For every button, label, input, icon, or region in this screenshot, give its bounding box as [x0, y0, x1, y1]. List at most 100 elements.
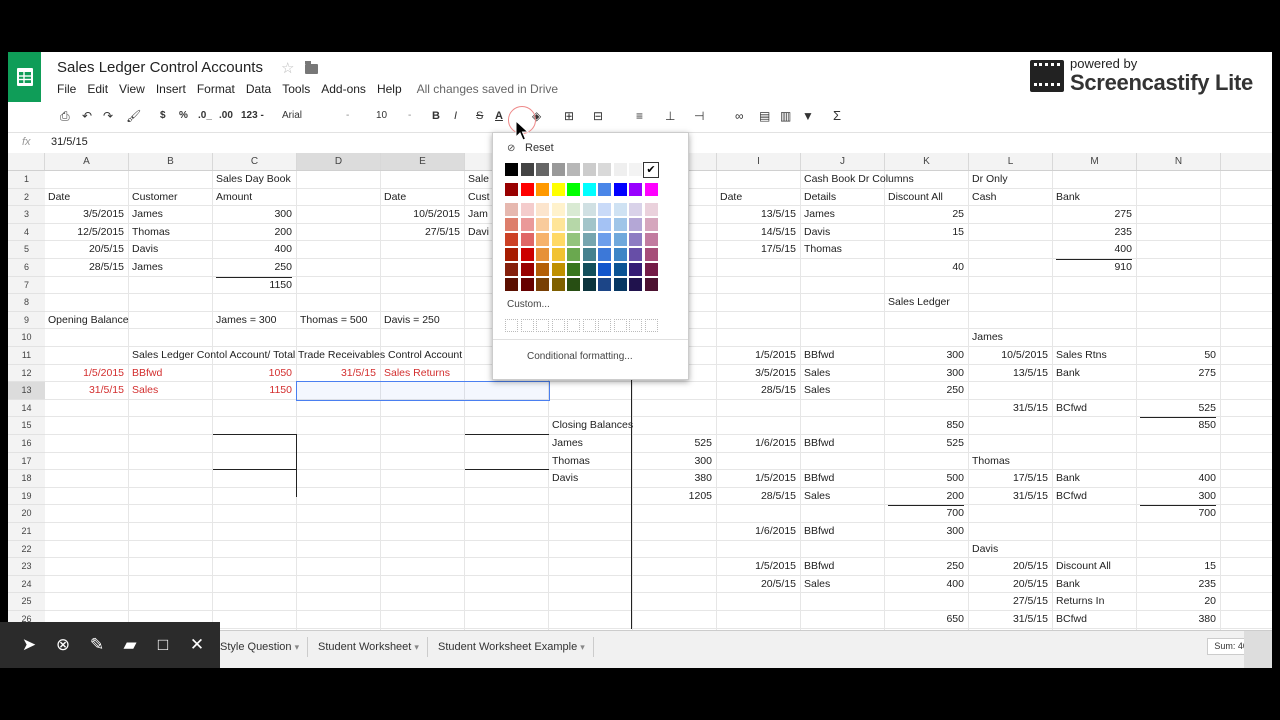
column-header-n[interactable]: N: [1137, 153, 1221, 170]
color-swatch[interactable]: [520, 218, 534, 231]
custom-color-slot[interactable]: [567, 319, 580, 332]
cell-j18[interactable]: BBfwd: [804, 470, 880, 488]
column-header-i[interactable]: I: [717, 153, 801, 170]
row-header-23[interactable]: 23: [8, 558, 45, 576]
row-header-21[interactable]: 21: [8, 523, 45, 541]
cell-g18[interactable]: Davis: [552, 470, 628, 488]
print-icon[interactable]: ⎙: [60, 109, 70, 123]
color-swatch[interactable]: [567, 248, 580, 261]
custom-color-slot[interactable]: [613, 319, 627, 332]
cell-m14[interactable]: BCfwd: [1056, 400, 1132, 418]
cell-g17[interactable]: Thomas: [552, 453, 628, 471]
cell-c3[interactable]: 300: [216, 206, 292, 224]
cell-i13[interactable]: 28/5/15: [720, 382, 796, 400]
filter-icon[interactable]: ▼: [802, 109, 814, 123]
column-header-m[interactable]: M: [1053, 153, 1137, 170]
menu-insert[interactable]: Insert: [156, 82, 186, 96]
row-header-8[interactable]: 8: [8, 294, 45, 312]
cell-j4[interactable]: Davis: [804, 224, 880, 242]
row-header-2[interactable]: 2: [8, 188, 45, 207]
cell-j16[interactable]: BBfwd: [804, 435, 880, 453]
custom-color-slot[interactable]: [536, 319, 549, 332]
color-swatch[interactable]: [613, 183, 627, 196]
row-header-9[interactable]: 9: [8, 311, 45, 330]
cell-j19[interactable]: Sales: [804, 488, 880, 506]
cell-n12[interactable]: 275: [1140, 365, 1216, 383]
cell-n11[interactable]: 50: [1140, 347, 1216, 365]
cell-k23[interactable]: 250: [888, 558, 964, 576]
cell-i2[interactable]: Date: [720, 189, 796, 207]
color-swatch[interactable]: [598, 183, 611, 196]
decrease-decimal-button[interactable]: .0_: [198, 109, 212, 123]
menu-tools[interactable]: Tools: [282, 82, 310, 96]
cell-n18[interactable]: 400: [1140, 470, 1216, 488]
color-swatch[interactable]: [520, 183, 534, 196]
column-header-j[interactable]: J: [801, 153, 885, 170]
color-swatch[interactable]: [567, 163, 580, 176]
column-header-e[interactable]: E: [381, 153, 465, 170]
cell-i24[interactable]: 20/5/15: [720, 576, 796, 594]
cell-c9[interactable]: James = 300: [216, 312, 292, 330]
row-header-18[interactable]: 18: [8, 470, 45, 488]
cell-b5[interactable]: Davis: [132, 241, 208, 259]
cell-n24[interactable]: 235: [1140, 576, 1216, 594]
cell-b3[interactable]: James: [132, 206, 208, 224]
spotlight-tool-icon[interactable]: ⊗: [52, 634, 74, 656]
custom-color-slot[interactable]: [520, 319, 534, 332]
cell-k12[interactable]: 300: [888, 365, 964, 383]
cell-a5[interactable]: 20/5/15: [48, 241, 124, 259]
color-swatch[interactable]: [551, 233, 565, 246]
cell-n20[interactable]: 700: [1140, 505, 1216, 523]
cell-b6[interactable]: James: [132, 259, 208, 277]
column-header-b[interactable]: B: [129, 153, 213, 170]
color-swatch[interactable]: [551, 203, 565, 216]
column-header-c[interactable]: C: [213, 153, 297, 170]
cell-a12[interactable]: 1/5/2015: [48, 365, 124, 383]
cell-k3[interactable]: 25: [888, 206, 964, 224]
cell-g16[interactable]: James: [552, 435, 628, 453]
cell-a3[interactable]: 3/5/2015: [48, 206, 124, 224]
custom-color-slot[interactable]: [644, 319, 658, 332]
cell-l10[interactable]: James: [972, 329, 1048, 347]
color-swatch[interactable]: [629, 248, 642, 261]
cell-m18[interactable]: Bank: [1056, 470, 1132, 488]
color-swatch[interactable]: [551, 248, 565, 261]
cell-l2[interactable]: Cash: [972, 189, 1048, 207]
row-header-11[interactable]: 11: [8, 347, 45, 365]
cell-m3[interactable]: 275: [1056, 206, 1132, 224]
cell-i16[interactable]: 1/6/2015: [720, 435, 796, 453]
color-swatch[interactable]: [598, 233, 611, 246]
color-swatch[interactable]: [598, 248, 611, 261]
menu-edit[interactable]: Edit: [87, 82, 108, 96]
color-swatch[interactable]: [613, 203, 627, 216]
color-swatch[interactable]: [629, 263, 642, 276]
cell-h16[interactable]: 525: [636, 435, 712, 453]
color-swatch[interactable]: [505, 263, 518, 276]
cell-j11[interactable]: BBfwd: [804, 347, 880, 365]
row-header-12[interactable]: 12: [8, 364, 45, 383]
cell-j2[interactable]: Details: [804, 189, 880, 207]
cell-l14[interactable]: 31/5/15: [972, 400, 1048, 418]
custom-color-slot[interactable]: [551, 319, 565, 332]
cell-i12[interactable]: 3/5/2015: [720, 365, 796, 383]
color-swatch[interactable]: [644, 263, 658, 276]
cell-d12[interactable]: 31/5/15: [300, 365, 376, 383]
row-header-4[interactable]: 4: [8, 223, 45, 242]
color-swatch[interactable]: [598, 278, 611, 291]
color-swatch[interactable]: [629, 183, 642, 196]
color-swatch[interactable]: [598, 163, 611, 176]
text-color-button[interactable]: A: [495, 109, 503, 123]
row-header-20[interactable]: 20: [8, 505, 45, 523]
color-swatch[interactable]: [551, 218, 565, 231]
cell-k21[interactable]: 300: [888, 523, 964, 541]
cell-m4[interactable]: 235: [1056, 224, 1132, 242]
row-header-1[interactable]: 1: [8, 171, 45, 189]
custom-color-slot[interactable]: [598, 319, 611, 332]
cell-k8[interactable]: Sales Ledger: [888, 294, 964, 312]
color-swatch[interactable]: [536, 218, 549, 231]
cell-b4[interactable]: Thomas: [132, 224, 208, 242]
cell-a2[interactable]: Date: [48, 189, 124, 207]
cell-m6[interactable]: 910: [1056, 259, 1132, 277]
cell-j23[interactable]: BBfwd: [804, 558, 880, 576]
cell-l24[interactable]: 20/5/15: [972, 576, 1048, 594]
